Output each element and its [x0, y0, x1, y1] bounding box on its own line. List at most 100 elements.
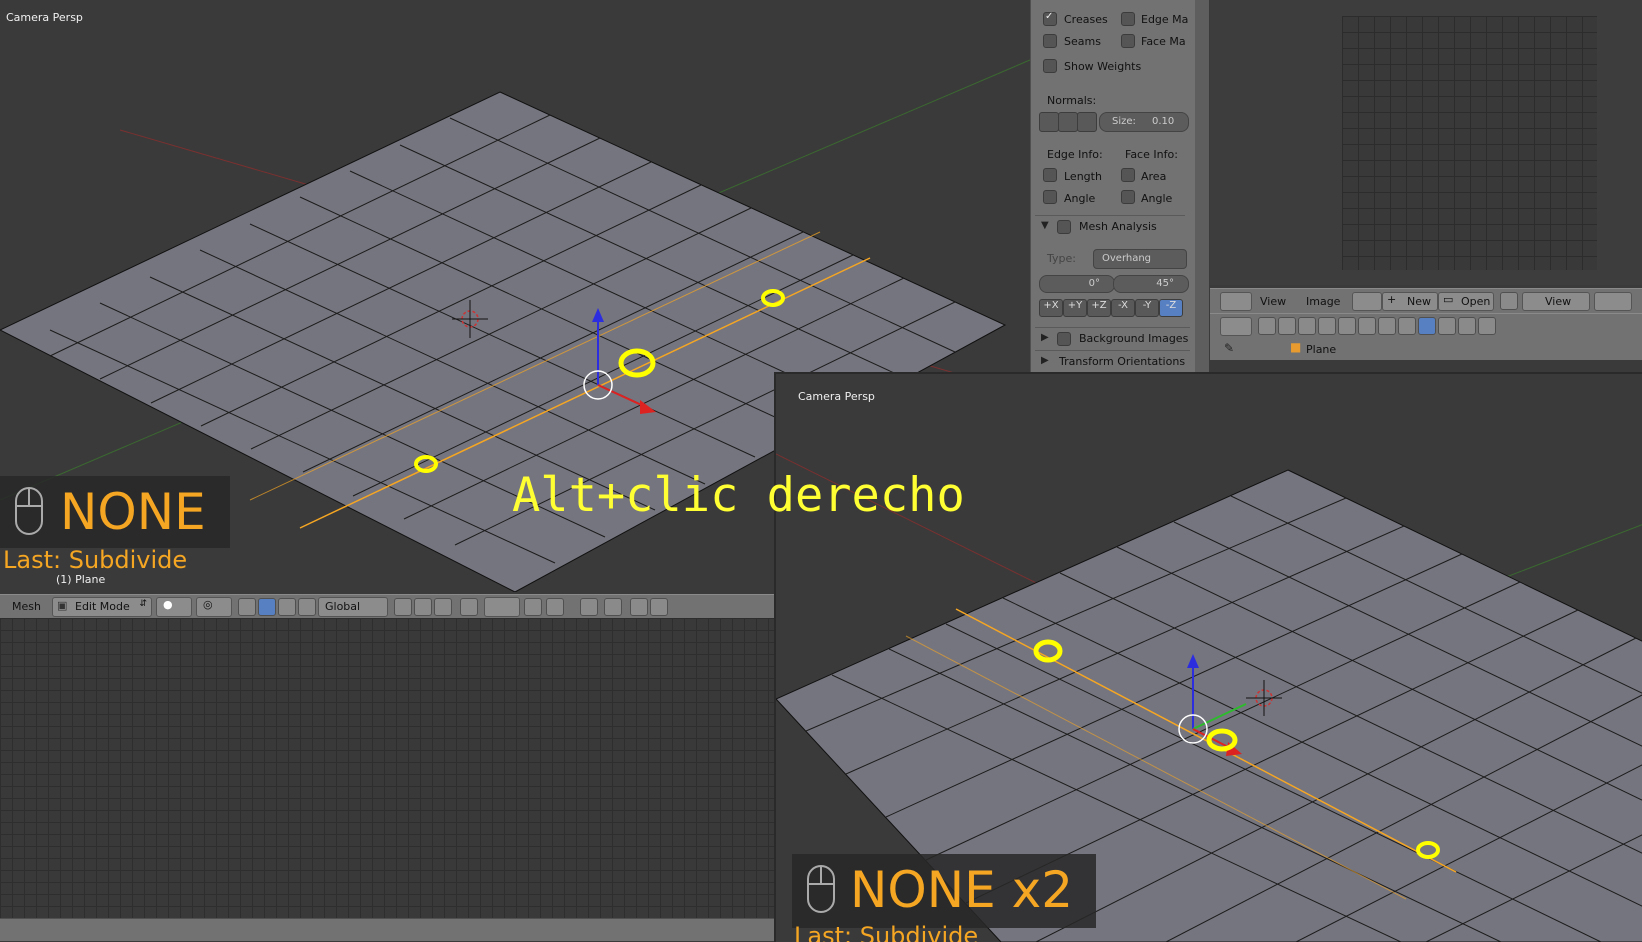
mesh-analysis-section[interactable]: ▼ Mesh Analysis: [1035, 215, 1185, 236]
menu-mesh[interactable]: Mesh: [12, 600, 41, 613]
constraints-tab-icon[interactable]: [1358, 317, 1376, 335]
overlay-caption: Alt+clic derecho: [512, 468, 965, 523]
rotate-toggle[interactable]: [278, 598, 296, 616]
editor-grid-area[interactable]: [0, 618, 774, 918]
viewport-shading-select[interactable]: ●: [156, 597, 192, 617]
properties-context-bar: ✎ ■ Plane: [1210, 338, 1642, 360]
split-normals-button[interactable]: [1058, 112, 1078, 132]
scene-tab-icon[interactable]: [1298, 317, 1316, 335]
max-angle-field[interactable]: 45°: [1113, 275, 1189, 293]
proportional-select[interactable]: [484, 597, 520, 617]
last-operator-top: Last: Subdivide: [3, 546, 188, 574]
pin-icon[interactable]: ✎: [1224, 341, 1234, 355]
image-browse-select[interactable]: [1352, 292, 1382, 311]
object-label: (1) Plane: [56, 573, 106, 586]
data-tab-icon[interactable]: [1398, 317, 1416, 335]
transform-orientations-section[interactable]: ▶ Transform Orientations: [1035, 350, 1190, 371]
open-image-button[interactable]: ▭ Open: [1438, 292, 1494, 311]
image-editor-area[interactable]: [1210, 0, 1642, 285]
image-editor-grid: [1342, 16, 1597, 270]
background-images-section[interactable]: ▶ Background Images: [1035, 327, 1190, 348]
orientation-select[interactable]: Global: [318, 597, 388, 617]
properties-editor-header: [1210, 313, 1642, 339]
camera-icon[interactable]: [630, 598, 648, 616]
snap-target-icon[interactable]: [580, 598, 598, 616]
background-images-checkbox[interactable]: [1057, 332, 1071, 346]
triangle-right-icon: ▶: [1041, 355, 1049, 366]
properties-panel: Creases Edge Ma Seams Face Ma Show Weigh…: [1030, 0, 1196, 372]
edge-angle-checkbox[interactable]: [1043, 190, 1057, 204]
vertex-select-icon[interactable]: [394, 598, 412, 616]
context-object-name[interactable]: Plane: [1306, 343, 1336, 356]
sphere-icon: ●: [163, 598, 173, 611]
occlude-icon[interactable]: [460, 598, 478, 616]
face-angle-checkbox[interactable]: [1121, 190, 1135, 204]
pin-icon[interactable]: [1500, 292, 1518, 310]
panel-scrollbar[interactable]: [1195, 0, 1209, 372]
mode-select[interactable]: ▣ Edit Mode ⇵: [52, 597, 152, 617]
menu-image[interactable]: Image: [1306, 295, 1340, 308]
modifiers-tab-icon[interactable]: [1378, 317, 1396, 335]
render-tab-icon[interactable]: [1258, 317, 1276, 335]
axis-button-nx[interactable]: -X: [1111, 299, 1135, 317]
normals-size-field[interactable]: Size: 0.10: [1099, 112, 1189, 132]
translate-toggle[interactable]: [258, 598, 276, 616]
face-marks-checkbox[interactable]: [1121, 34, 1135, 48]
texture-tab-icon[interactable]: [1438, 317, 1456, 335]
bottom-timeline-header: [0, 918, 774, 941]
viewport-bottom-label: Camera Persp: [798, 390, 875, 403]
physics-tab-icon[interactable]: [1478, 317, 1496, 335]
world-tab-icon[interactable]: [1318, 317, 1336, 335]
key-hint-text: NONE: [60, 483, 206, 541]
layers-tab-icon[interactable]: [1278, 317, 1296, 335]
scale-toggle[interactable]: [298, 598, 316, 616]
particles-tab-icon[interactable]: [1458, 317, 1476, 335]
analysis-type-select[interactable]: Overhang: [1093, 249, 1187, 269]
length-checkbox[interactable]: [1043, 168, 1057, 182]
normals-label: Normals:: [1047, 94, 1097, 107]
axis-button-ny[interactable]: -Y: [1135, 299, 1159, 317]
object-tab-icon[interactable]: [1338, 317, 1356, 335]
pivot-icon: ◎: [203, 598, 213, 611]
material-tab-icon[interactable]: [1418, 317, 1436, 335]
area-checkbox[interactable]: [1121, 168, 1135, 182]
seams-checkbox[interactable]: [1043, 34, 1057, 48]
folder-icon: ▭: [1443, 293, 1454, 306]
clapper-icon[interactable]: [650, 598, 668, 616]
axis-button-px[interactable]: +X: [1039, 299, 1063, 317]
menu-view[interactable]: View: [1260, 295, 1286, 308]
edit-mode-icon: ▣: [57, 599, 68, 612]
edge-select-icon[interactable]: [414, 598, 432, 616]
view3d-header: Mesh ▣ Edit Mode ⇵ ● ◎ Global: [0, 594, 774, 619]
creases-checkbox[interactable]: [1043, 11, 1057, 26]
triangle-right-icon: ▶: [1041, 332, 1049, 343]
mouse-icon: [15, 487, 43, 535]
axis-button-pz[interactable]: +Z: [1087, 299, 1111, 317]
snap-element-icon[interactable]: [546, 598, 564, 616]
axis-button-py[interactable]: +Y: [1063, 299, 1087, 317]
display-channels-select[interactable]: [1594, 292, 1632, 311]
triangle-down-icon: ▼: [1041, 220, 1049, 231]
show-weights-checkbox[interactable]: [1043, 59, 1057, 73]
viewport-top-label: Camera Persp: [6, 11, 83, 24]
min-angle-field[interactable]: 0°: [1039, 275, 1115, 293]
render-icon[interactable]: [604, 598, 622, 616]
editor-type-select[interactable]: [1220, 292, 1252, 311]
face-normals-button[interactable]: [1077, 112, 1097, 132]
axis-button-nz[interactable]: -Z: [1159, 299, 1183, 317]
viewport-bottom[interactable]: Camera Persp NONE x2 Last: Subdivide: [774, 372, 1642, 942]
view-mode-select[interactable]: View: [1522, 292, 1590, 311]
snap-icon[interactable]: [524, 598, 542, 616]
key-hint-text: NONE x2: [850, 861, 1074, 919]
mesh-analysis-checkbox[interactable]: [1057, 220, 1071, 234]
vertex-normals-button[interactable]: [1039, 112, 1059, 132]
edge-marks-checkbox[interactable]: [1121, 12, 1135, 26]
chevron-updown-icon: ⇵: [139, 599, 147, 609]
manipulator-toggle[interactable]: [238, 598, 256, 616]
new-image-button[interactable]: + New: [1382, 292, 1438, 311]
plus-icon: +: [1387, 293, 1397, 306]
face-select-icon[interactable]: [434, 598, 452, 616]
properties-type-select[interactable]: [1220, 317, 1252, 336]
pivot-select[interactable]: ◎: [196, 597, 232, 617]
mouse-icon: [807, 865, 835, 913]
